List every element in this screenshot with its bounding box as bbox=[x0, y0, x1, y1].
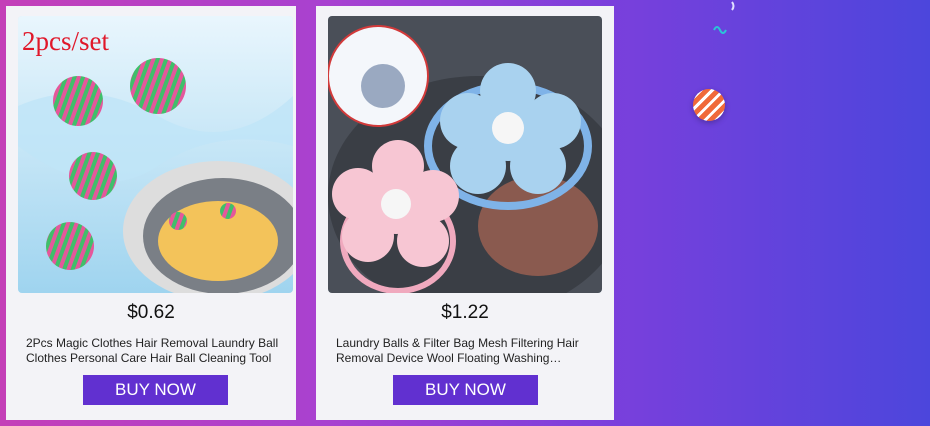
buy-now-button[interactable]: BUY NOW bbox=[393, 375, 538, 405]
buy-now-button[interactable]: BUY NOW bbox=[83, 375, 228, 405]
confetti-icon bbox=[713, 1, 735, 34]
hair-ball-photo-illustration bbox=[18, 16, 293, 293]
product-card-1[interactable]: 2pcs/set $0.62 2Pcs Magic Clothes Hair R… bbox=[6, 6, 296, 420]
product-title[interactable]: Laundry Balls & Filter Bag Mesh Filterin… bbox=[336, 336, 598, 366]
product-price: $1.22 bbox=[441, 302, 489, 323]
filter-bag-photo-illustration bbox=[328, 16, 602, 293]
product-price: $0.62 bbox=[127, 302, 175, 323]
product-title[interactable]: 2Pcs Magic Clothes Hair Removal Laundry … bbox=[26, 336, 280, 366]
bundle-badge: 2pcs/set bbox=[22, 26, 109, 56]
decorative-ball-icon bbox=[693, 89, 725, 121]
product-image-filter-bag[interactable] bbox=[328, 16, 602, 293]
product-card-2[interactable]: $1.22 Laundry Balls & Filter Bag Mesh Fi… bbox=[316, 6, 614, 420]
product-image-hair-balls[interactable]: 2pcs/set bbox=[18, 16, 293, 293]
